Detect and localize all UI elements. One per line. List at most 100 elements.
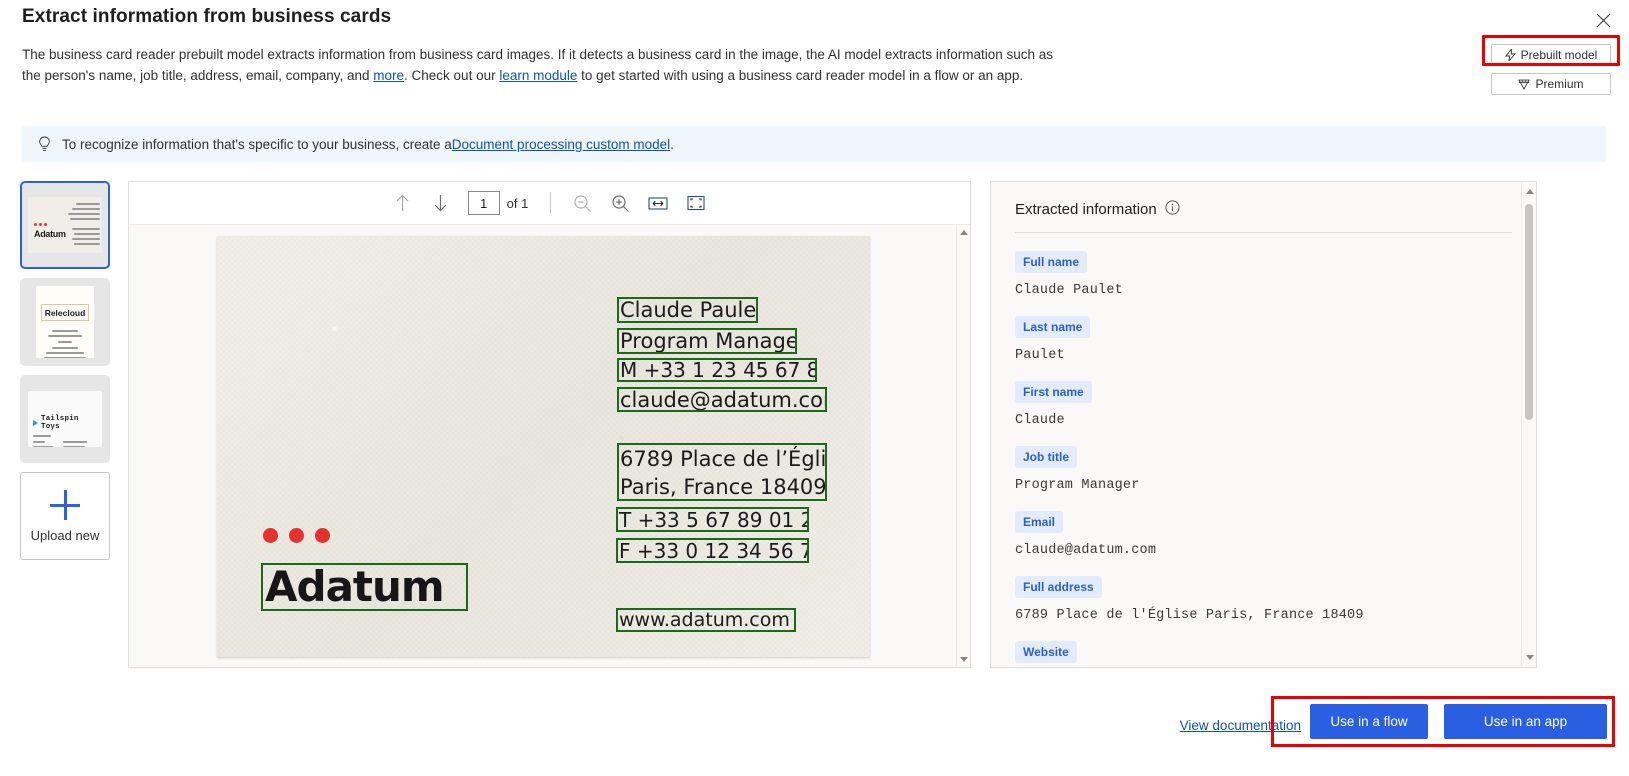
ocr-box: Program Manager (617, 328, 797, 354)
extracted-content: Extracted information Full name Claude Pa… (991, 182, 1536, 663)
ocr-box: www.adatum.com (616, 608, 796, 632)
business-card-model-dialog: Extract information from business cards … (0, 0, 1629, 776)
extracted-field: Last name Paulet (1015, 316, 1512, 363)
lightbulb-glyph (38, 136, 50, 151)
business-card-image: Adatum Claude Paulet Program Manager M +33… (217, 236, 870, 657)
extracted-field-value: Claude Paulet (1015, 283, 1123, 298)
learn-module-link[interactable]: learn module (499, 68, 577, 83)
extracted-divider (1015, 232, 1512, 233)
extracted-field: Full address 6789 Place de l'Église Paris… (1015, 576, 1512, 623)
viewer-toolbar: 1 of 1 (129, 182, 970, 225)
triangle-icon (33, 420, 38, 426)
arrow-down-icon[interactable] (426, 188, 456, 218)
lightbulb-icon (34, 136, 54, 153)
premium-label: Premium (1535, 77, 1584, 91)
scroll-up-icon[interactable] (960, 230, 968, 235)
ocr-box: T +33 5 67 89 01 23 (616, 507, 809, 532)
prebuilt-model-badge: Prebuilt model (1491, 44, 1611, 66)
thumbnail-relecloud[interactable]: Relecloud (20, 278, 110, 366)
extracted-scroll-up-icon[interactable] (1525, 189, 1534, 194)
ocr-text: Paris, France 18409 (620, 475, 827, 499)
extracted-scrollbar[interactable] (1521, 182, 1536, 667)
more-link[interactable]: more (373, 68, 404, 83)
card-logo-dots (263, 528, 330, 543)
upload-new-button[interactable]: Upload new (20, 472, 110, 560)
extracted-field: Website (1015, 641, 1512, 663)
custom-model-infobar: To recognize information that's specific… (22, 126, 1606, 162)
lightning-icon (1504, 49, 1516, 61)
extracted-field-label: Full address (1015, 576, 1102, 598)
close-icon[interactable] (1589, 6, 1617, 34)
thumbnail-adatum-card: Adatum (28, 197, 102, 253)
zoom-in-icon[interactable] (605, 188, 635, 218)
dialog-footer: View documentation Use in a flow Use in … (0, 688, 1629, 776)
extracted-field-label: Email (1015, 511, 1064, 533)
thumbnail-relecloud-brand: Relecloud (41, 304, 89, 321)
infobar-text-after: . (670, 136, 674, 152)
extracted-field-value: Paulet (1015, 348, 1065, 363)
thumbnail-tailspin-toys[interactable]: Tailspin Toys (20, 375, 110, 463)
extracted-field-value: Program Manager (1015, 478, 1140, 493)
info-icon[interactable] (1165, 200, 1180, 219)
viewer-canvas: Adatum Claude Paulet Program Manager M +33… (129, 225, 970, 667)
extracted-field-label: First name (1015, 381, 1092, 403)
model-description: The business card reader prebuilt model … (22, 44, 1057, 86)
sample-thumbnails: Adatum Relecloud Tailspin Toys Upload ne… (20, 181, 112, 560)
extracted-field: Email claude@adatum.com (1015, 511, 1512, 558)
thumbnail-adatum[interactable]: Adatum (20, 181, 110, 269)
prebuilt-model-label: Prebuilt model (1520, 48, 1598, 62)
extracted-field-value: Claude (1015, 413, 1065, 428)
toolbar-divider (550, 192, 552, 214)
thumbnail-adatum-brand: Adatum (34, 229, 66, 239)
view-documentation-link[interactable]: View documentation (1180, 718, 1301, 733)
ocr-box: 6789 Place de l’Église Paris, France 1840… (617, 443, 827, 501)
ocr-box-logo: Adatum (261, 563, 468, 611)
use-in-flow-button[interactable]: Use in a flow (1310, 704, 1428, 739)
ocr-box: claude@adatum.com (617, 387, 827, 412)
infobar-text: To recognize information that's specific… (62, 136, 452, 152)
extracted-field-label: Job title (1015, 446, 1078, 468)
info-glyph (1165, 200, 1180, 215)
ocr-text: 6789 Place de l’Église (620, 447, 827, 471)
extracted-scroll-thumb[interactable] (1525, 204, 1533, 420)
extracted-field: Job title Program Manager (1015, 446, 1512, 493)
ocr-box: F +33 0 12 34 56 78 (616, 538, 809, 563)
diamond-icon (1518, 79, 1531, 90)
extracted-field-label: Full name (1015, 251, 1088, 273)
extracted-field: First name Claude (1015, 381, 1512, 428)
upload-new-label: Upload new (30, 527, 100, 543)
thumbnail-tailspin-brand: Tailspin Toys (33, 415, 102, 431)
fit-page-icon[interactable] (681, 188, 711, 218)
model-badges: Prebuilt model Premium (1491, 44, 1611, 95)
scroll-down-icon[interactable] (960, 657, 968, 662)
fit-width-icon[interactable] (643, 188, 673, 218)
ocr-box: M +33 1 23 45 67 89 (617, 358, 817, 382)
thumbnail-tailspin-card: Tailspin Toys (28, 391, 102, 447)
viewer-scrollbar[interactable] (956, 225, 970, 667)
fit-page-glyph (687, 195, 705, 211)
page-total-label: of 1 (506, 195, 529, 211)
plus-icon (50, 489, 80, 520)
extracted-title: Extracted information (1015, 201, 1157, 218)
extracted-field-value: 6789 Place de l'Église Paris, France 184… (1015, 608, 1364, 623)
custom-model-link[interactable]: Document processing custom model (452, 137, 670, 152)
page-number-value: 1 (480, 195, 488, 211)
extracted-information-panel: Extracted information Full name Claude Pa… (990, 181, 1537, 668)
extracted-field: Full name Claude Paulet (1015, 251, 1512, 298)
thumbnail-adatum-dots (34, 223, 47, 226)
zoom-out-icon[interactable] (567, 188, 597, 218)
document-viewer: 1 of 1 Adatum Claude Paulet Program Mana… (128, 181, 971, 668)
description-text-2: . Check out our (404, 68, 500, 83)
page-number-input[interactable]: 1 (467, 191, 500, 215)
arrow-up-icon[interactable] (388, 188, 418, 218)
premium-badge: Premium (1491, 73, 1611, 95)
use-in-app-button[interactable]: Use in an app (1444, 704, 1607, 739)
close-glyph (1596, 13, 1610, 27)
extracted-field-label: Website (1015, 641, 1077, 663)
ocr-box: Claude Paulet (617, 297, 758, 323)
zoom-in-glyph (612, 194, 629, 212)
zoom-out-glyph (574, 194, 591, 212)
extracted-scroll-down-icon[interactable] (1525, 655, 1534, 660)
arrow-up-glyph (396, 194, 409, 211)
fit-width-glyph (648, 196, 668, 210)
